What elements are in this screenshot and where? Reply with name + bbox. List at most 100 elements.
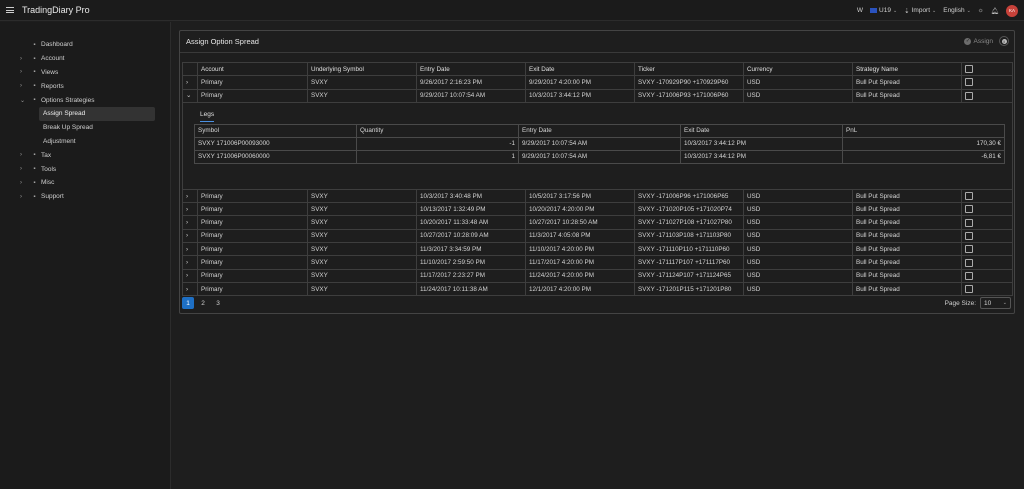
cell-currency: USD xyxy=(743,188,853,204)
table-row[interactable]: › Primary SVXY 11/10/2017 2:59:50 PM 11/17/2… xyxy=(182,255,1013,270)
theme-icon[interactable]: ☼ xyxy=(978,7,984,14)
column-header[interactable]: Strategy Name xyxy=(852,61,962,77)
wallet-icon: ▪ xyxy=(33,55,36,62)
language-selector[interactable]: English ⌄ xyxy=(943,7,971,14)
row-checkbox[interactable] xyxy=(965,271,973,280)
tab-legs[interactable]: Legs xyxy=(200,111,215,122)
cell-symbol: SVXY xyxy=(307,188,417,204)
row-checkbox[interactable] xyxy=(965,205,973,214)
sidebar-item-break-up-spread[interactable]: Break Up Spread xyxy=(0,121,170,135)
table-row[interactable]: › Primary SVXY 10/27/2017 10:28:09 AM 11/3/2… xyxy=(182,228,1013,244)
chevron-down-icon[interactable]: ⌄ xyxy=(182,88,198,103)
sidebar-item-misc[interactable]: › ▪ Misc xyxy=(0,176,170,190)
table-row[interactable]: › Primary SVXY 11/17/2017 2:23:27 PM 11/24/2… xyxy=(182,268,1013,283)
sidebar-item-label: Reports xyxy=(41,82,64,90)
row-select-cell xyxy=(961,215,1013,230)
sidebar-item-views[interactable]: › ▪ Views xyxy=(0,66,170,80)
sidebar-item-dashboard[interactable]: ▪ Dashboard xyxy=(0,38,170,52)
sidebar-item-label: Assign Spread xyxy=(43,110,86,118)
chevron-right-icon[interactable]: › xyxy=(182,228,198,244)
import-menu[interactable]: ⇣ Import ⌄ xyxy=(904,7,936,15)
leg-cell-exit: 10/3/2017 3:44:12 PM xyxy=(680,136,843,151)
sidebar: ▪ Dashboard › ▪ Account › ▪ Views › ▪ Reports ⌄ ▪ Opt… xyxy=(0,22,171,489)
chevron-right-icon[interactable]: › xyxy=(182,242,198,257)
app-title: TradingDiary Pro xyxy=(22,5,90,15)
chevron-right-icon: › xyxy=(20,55,22,62)
chevron-right-icon[interactable]: › xyxy=(182,281,198,297)
avatar[interactable]: KA xyxy=(1006,4,1018,17)
table-row[interactable]: ⌄ Primary SVXY 9/29/2017 10:07:54 AM 10/3/20… xyxy=(182,88,1013,103)
page-button-1[interactable]: 1 xyxy=(182,297,194,309)
chevron-right-icon[interactable]: › xyxy=(182,255,198,270)
column-header[interactable]: Underlying Symbol xyxy=(307,61,417,77)
table-row[interactable]: › Primary SVXY 10/20/2017 11:33:48 AM 10/27/… xyxy=(182,215,1013,230)
chevron-right-icon: › xyxy=(20,69,22,76)
legs-column-header[interactable]: Symbol xyxy=(194,123,357,138)
row-checkbox[interactable] xyxy=(965,218,973,227)
column-header[interactable]: Account xyxy=(197,61,308,77)
table-row[interactable]: › Primary SVXY 10/13/2017 1:32:49 PM 10/20/2… xyxy=(182,202,1013,217)
page-button-3[interactable]: 3 xyxy=(212,297,224,309)
cell-exit: 11/24/2017 4:20:00 PM xyxy=(525,268,635,283)
row-checkbox[interactable] xyxy=(965,91,973,100)
bell-icon[interactable]: 🔔︎ xyxy=(991,7,999,15)
legs-column-header[interactable]: Entry Date xyxy=(518,123,681,138)
legs-column-header[interactable]: Quantity xyxy=(356,123,519,138)
cell-account: Primary xyxy=(197,188,308,204)
cell-ticker: SVXY -171117P107 +171117P60 xyxy=(634,255,744,270)
chevron-right-icon[interactable]: › xyxy=(182,268,198,283)
select-all-cell xyxy=(961,61,1013,77)
row-checkbox[interactable] xyxy=(965,78,973,87)
row-checkbox[interactable] xyxy=(965,192,973,201)
row-select-cell xyxy=(961,281,1013,297)
top-right-controls: W U19 ⌄ ⇣ Import ⌄ English ⌄ ☼ 🔔︎ KA xyxy=(857,0,1018,21)
chevron-right-icon[interactable]: › xyxy=(182,188,198,204)
assign-button[interactable]: ✓ Assign xyxy=(964,37,993,45)
leg-cell-entry: 9/29/2017 10:07:54 AM xyxy=(518,149,681,164)
sidebar-item-reports[interactable]: › ▪ Reports xyxy=(0,79,170,93)
table-row[interactable]: › Primary SVXY 9/26/2017 2:16:23 PM 9/29/201… xyxy=(182,75,1013,90)
row-checkbox[interactable] xyxy=(965,231,973,240)
legs-column-header[interactable]: PnL xyxy=(842,123,1005,138)
page-size-select[interactable]: 10 ⌄ xyxy=(980,297,1011,309)
sidebar-item-label: Tools xyxy=(41,165,57,173)
sidebar-item-support[interactable]: › ▪ Support xyxy=(0,190,170,204)
menu-icon[interactable] xyxy=(6,7,14,13)
row-checkbox[interactable] xyxy=(965,285,973,294)
cell-account: Primary xyxy=(197,202,308,217)
table-row[interactable]: › Primary SVXY 11/3/2017 3:34:59 PM 11/10/20… xyxy=(182,242,1013,257)
page-button-2[interactable]: 2 xyxy=(197,297,209,309)
detail-row: Legs Symbol Quantity Entry Date Exit Date PnL… xyxy=(182,101,1013,190)
info-button[interactable]: i xyxy=(999,36,1009,46)
sidebar-item-tools[interactable]: › ▪ Tools xyxy=(0,162,170,176)
cell-currency: USD xyxy=(743,281,853,297)
column-header[interactable]: Currency xyxy=(743,61,853,77)
workspace-indicator[interactable]: W xyxy=(857,7,863,14)
sidebar-item-options-strategies[interactable]: ⌄ ▪ Options Strategies xyxy=(0,93,170,107)
support-icon: ▪ xyxy=(33,193,36,200)
cell-account: Primary xyxy=(197,88,308,103)
sidebar-item-account[interactable]: › ▪ Account xyxy=(0,52,170,66)
column-header[interactable]: Ticker xyxy=(634,61,744,77)
column-header[interactable]: Entry Date xyxy=(416,61,526,77)
check-circle-icon: ✓ xyxy=(964,37,972,45)
sidebar-item-tax[interactable]: › ▪ Tax xyxy=(0,148,170,162)
sidebar-item-assign-spread[interactable]: Assign Spread xyxy=(39,106,155,121)
language-label: English xyxy=(943,7,965,14)
legs-column-header[interactable]: Exit Date xyxy=(680,123,843,138)
chevron-right-icon[interactable]: › xyxy=(182,75,198,90)
cell-strategy: Bull Put Spread xyxy=(852,255,962,270)
sidebar-item-adjustment[interactable]: Adjustment xyxy=(0,135,170,149)
panel-header: Assign Option Spread ✓ Assign i xyxy=(180,31,1014,53)
row-checkbox[interactable] xyxy=(965,258,973,267)
account-selector[interactable]: U19 ⌄ xyxy=(870,7,897,14)
column-header[interactable]: Exit Date xyxy=(525,61,635,77)
cell-entry: 11/17/2017 2:23:27 PM xyxy=(416,268,526,283)
row-checkbox[interactable] xyxy=(965,245,973,254)
table-row[interactable]: › Primary SVXY 10/3/2017 3:40:48 PM 10/5/201… xyxy=(182,188,1013,204)
chevron-right-icon[interactable]: › xyxy=(182,215,198,230)
cell-strategy: Bull Put Spread xyxy=(852,268,962,283)
table-row[interactable]: › Primary SVXY 11/24/2017 10:11:38 AM 12/1/2… xyxy=(182,281,1013,297)
chevron-right-icon[interactable]: › xyxy=(182,202,198,217)
select-all-checkbox[interactable] xyxy=(965,65,973,74)
